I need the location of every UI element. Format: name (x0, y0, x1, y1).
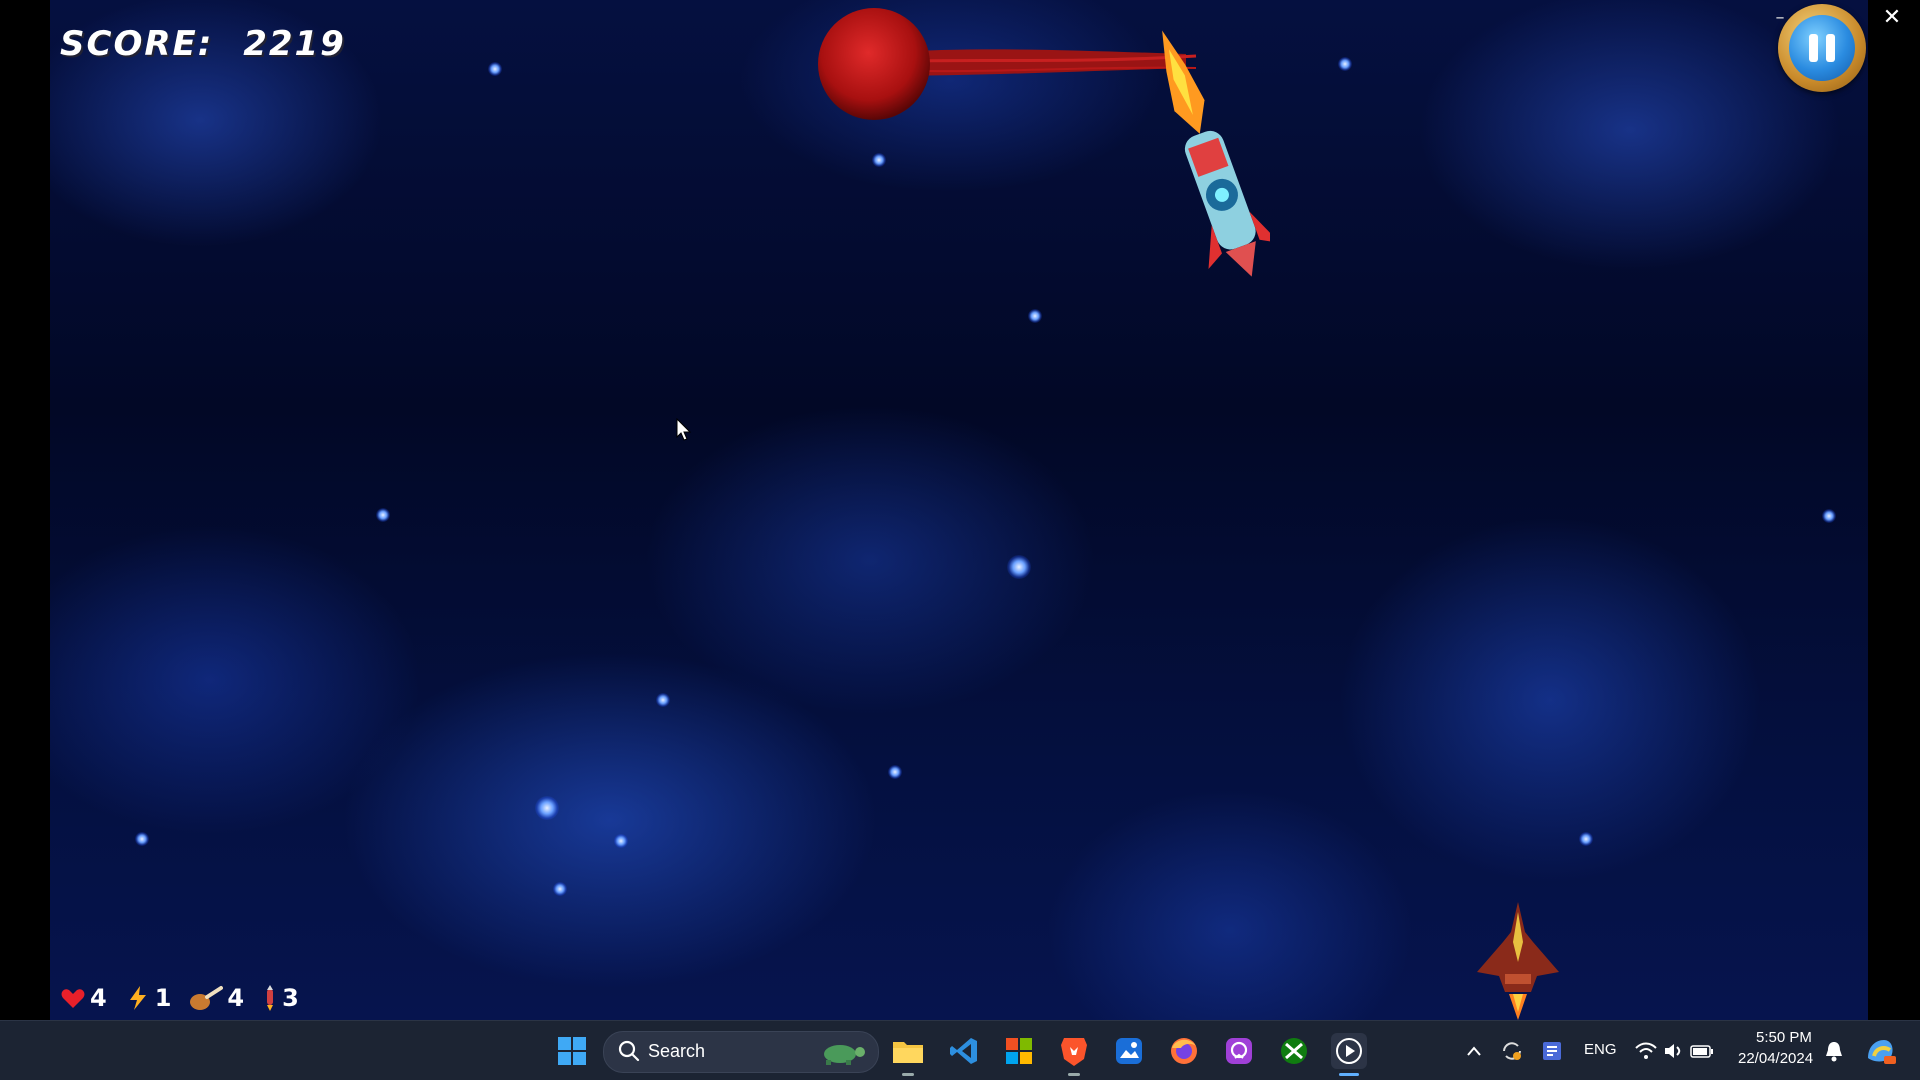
food-counter: 4 (189, 984, 244, 1012)
power-counter: 1 (125, 984, 172, 1012)
messenger-icon[interactable] (1221, 1033, 1257, 1069)
lives-value: 4 (90, 984, 107, 1012)
turtle-icon (824, 1045, 865, 1065)
xbox-icon[interactable] (1276, 1033, 1312, 1069)
star (888, 765, 902, 779)
running-indicator (1068, 1073, 1080, 1076)
star (135, 832, 149, 846)
active-indicator (1339, 1073, 1359, 1076)
firefox-icon[interactable] (1166, 1033, 1202, 1069)
missile-counter: 3 (262, 984, 299, 1012)
star (1007, 555, 1031, 579)
score-label: SCORE: (60, 24, 214, 64)
clock-time[interactable]: 5:50 PM (1756, 1029, 1812, 1046)
mouse-cursor-icon (676, 418, 692, 441)
clock-date[interactable]: 22/04/2024 (1738, 1050, 1813, 1067)
notes-app-icon[interactable] (1534, 1033, 1570, 1069)
sync-icon[interactable] (1494, 1033, 1530, 1069)
pause-button[interactable] (1778, 4, 1866, 92)
star (1028, 309, 1042, 323)
food-value: 4 (227, 984, 245, 1012)
brave-icon[interactable] (1056, 1033, 1092, 1069)
star (1579, 832, 1593, 846)
vscode-icon[interactable] (946, 1033, 982, 1069)
enemy-rocket-icon (1162, 30, 1270, 277)
microsoft-store-icon[interactable] (1001, 1033, 1037, 1069)
star (872, 153, 886, 167)
heart-icon (61, 989, 85, 1008)
taskbar: Search ENG 5:50 PM 22/04/2024 (0, 1020, 1920, 1080)
score-value: 2219 (243, 24, 346, 64)
language-indicator[interactable]: ENG (1584, 1041, 1617, 1058)
status-bar: 4 1 4 3 (60, 984, 299, 1012)
star (614, 834, 628, 848)
screen: SCORE: 2219 4 1 4 3 – ✕ Search ENG 5:50 … (0, 0, 1920, 1080)
star (535, 796, 559, 820)
search-label: Search (648, 1041, 706, 1061)
running-indicator (902, 1073, 914, 1076)
game-viewport[interactable]: SCORE: 2219 4 1 4 3 (50, 0, 1868, 1020)
power-value: 1 (154, 984, 172, 1012)
battery-icon[interactable] (1684, 1033, 1720, 1069)
pause-icon (1789, 15, 1855, 81)
close-icon[interactable]: ✕ (1880, 6, 1904, 30)
red-fireball-icon (818, 8, 1197, 120)
photos-icon[interactable] (1111, 1033, 1147, 1069)
search-icon (618, 1040, 640, 1062)
star (488, 62, 502, 76)
star (1822, 509, 1836, 523)
lightning-icon (129, 986, 146, 1010)
star (1338, 57, 1352, 71)
player-ship-icon (1477, 902, 1559, 1020)
chicken-leg-icon (190, 986, 224, 1010)
star (656, 693, 670, 707)
windows-start-icon[interactable] (554, 1033, 590, 1069)
media-player-icon[interactable] (1331, 1033, 1367, 1069)
score-display: SCORE: 2219 (60, 24, 346, 64)
chevron-up-icon[interactable] (1456, 1033, 1492, 1069)
copilot-icon[interactable] (1862, 1033, 1898, 1069)
file-explorer-icon[interactable] (890, 1033, 926, 1069)
star (553, 882, 567, 896)
missile-icon (267, 985, 274, 1011)
lives-counter: 4 (60, 984, 107, 1012)
star (376, 508, 390, 522)
notification-bell-icon[interactable] (1816, 1033, 1852, 1069)
missiles-value: 3 (282, 984, 299, 1012)
search-input[interactable]: Search (603, 1031, 879, 1073)
